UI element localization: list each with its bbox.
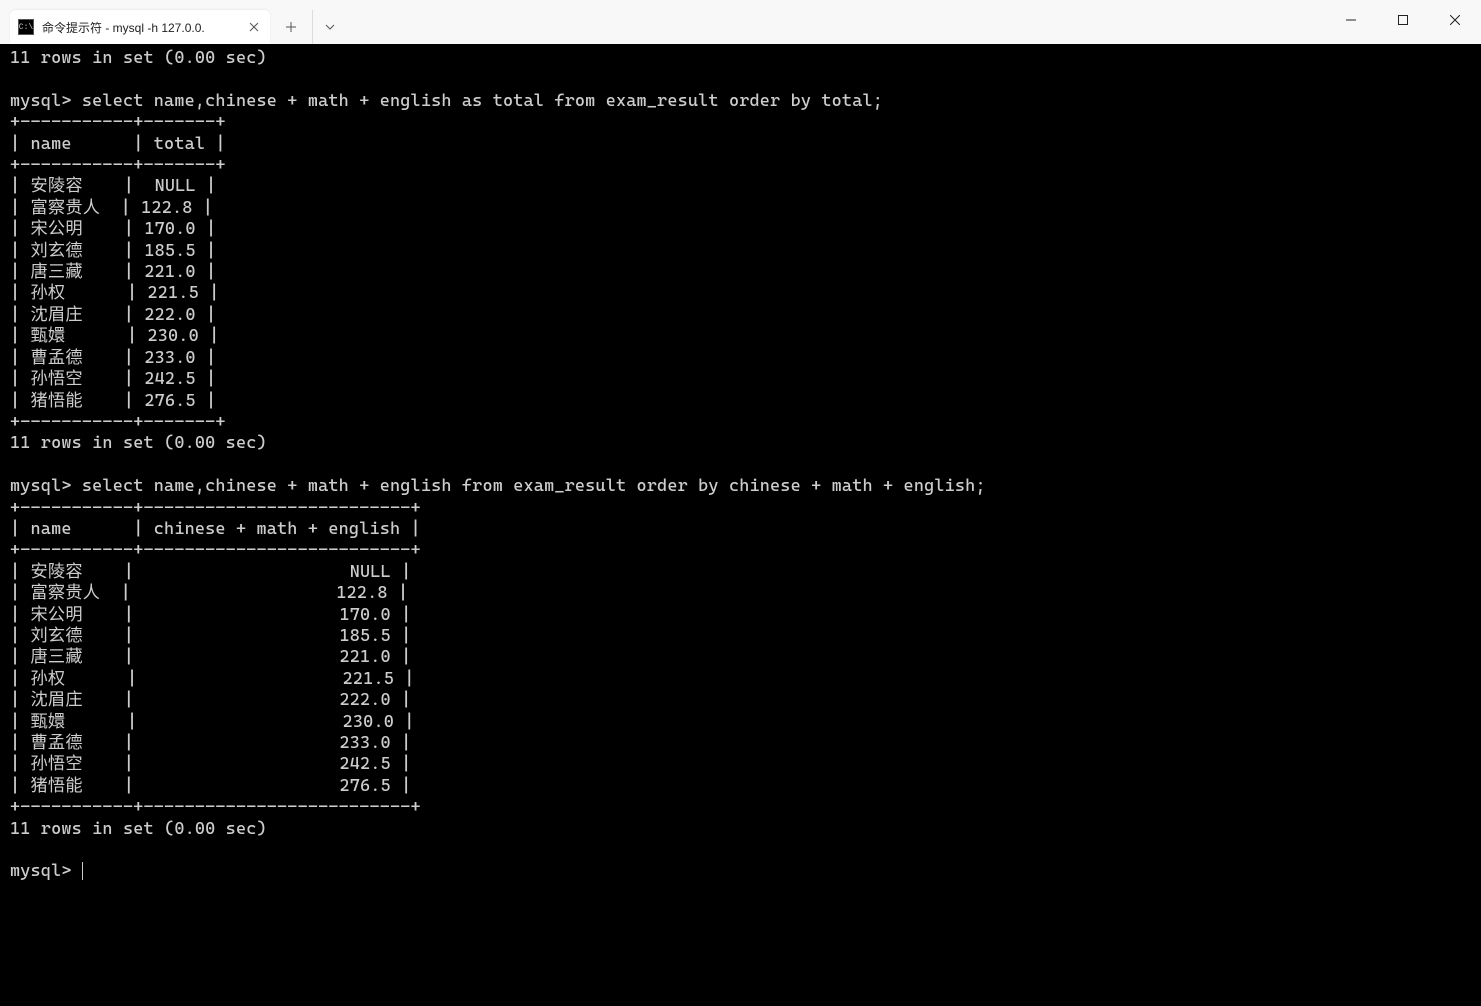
table-row: | 猪悟能 | 276.5 | [10,776,411,796]
table-row: | 曹孟德 | 233.0 | [10,733,411,753]
table-row: | 孙悟空 | 242.5 | [10,754,411,774]
table-row: | 刘玄德 | 185.5 | [10,626,411,646]
table-row: | 刘玄德 | 185.5 | [10,241,216,261]
table-row: | 安陵容 | NULL | [10,176,216,196]
tab-active[interactable]: C:\ 命令提示符 - mysql -h 127.0.0. [10,10,270,44]
sql-query: mysql> select name,chinese + math + engl… [10,91,883,111]
terminal-output[interactable]: 11 rows in set (0.00 sec) mysql> select … [0,44,1481,1006]
table-border: +-----------+--------------------------+ [10,797,421,817]
table-border: +-----------+--------------------------+ [10,498,421,518]
table-header: | name | total | [10,134,226,154]
table-row: | 唐三藏 | 221.0 | [10,647,411,667]
cursor [82,862,83,880]
result-summary: 11 rows in set (0.00 sec) [10,819,267,839]
minimize-button[interactable] [1325,0,1377,40]
cmd-icon: C:\ [18,19,34,35]
table-row: | 宋公明 | 170.0 | [10,605,411,625]
result-summary: 11 rows in set (0.00 sec) [10,48,267,68]
table-border: +-----------+-------+ [10,412,226,432]
mysql-prompt: mysql> [10,861,82,881]
table-row: | 孙权 | 221.5 | [10,283,219,303]
table-border: +-----------+-------+ [10,155,226,175]
table-row: | 猪悟能 | 276.5 | [10,391,216,411]
table-row: | 甄嬛 | 230.0 | [10,326,219,346]
table-row: | 唐三藏 | 221.0 | [10,262,216,282]
tab-dropdown-button[interactable] [312,10,346,44]
table-row: | 沈眉庄 | 222.0 | [10,690,411,710]
table-border: +-----------+--------------------------+ [10,540,421,560]
tab-title: 命令提示符 - mysql -h 127.0.0. [42,19,238,36]
close-button[interactable] [1429,0,1481,40]
table-row: | 甄嬛 | 230.0 | [10,712,415,732]
table-header: | name | chinese + math + english | [10,519,421,539]
result-summary: 11 rows in set (0.00 sec) [10,433,267,453]
table-border: +-----------+-------+ [10,112,226,132]
table-row: | 安陵容 | NULL | [10,562,411,582]
table-row: | 沈眉庄 | 222.0 | [10,305,216,325]
tab-close-button[interactable] [246,19,262,35]
maximize-button[interactable] [1377,0,1429,40]
window-controls [1325,0,1481,40]
table-row: | 孙悟空 | 242.5 | [10,369,216,389]
table-row: | 孙权 | 221.5 | [10,669,415,689]
sql-query: mysql> select name,chinese + math + engl… [10,476,986,496]
table-row: | 富察贵人 | 122.8 | [10,583,408,603]
table-row: | 曹孟德 | 233.0 | [10,348,216,368]
table-row: | 宋公明 | 170.0 | [10,219,216,239]
new-tab-button[interactable] [274,10,308,44]
table-row: | 富察贵人 | 122.8 | [10,198,213,218]
titlebar: C:\ 命令提示符 - mysql -h 127.0.0. [0,0,1481,44]
